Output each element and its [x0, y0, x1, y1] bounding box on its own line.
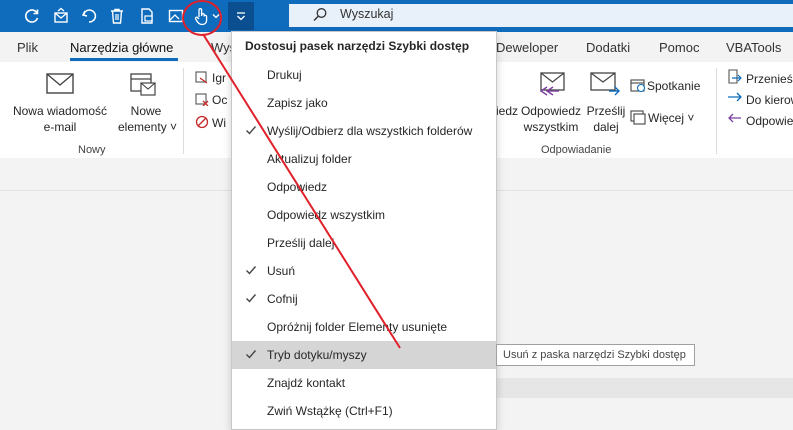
- annotation-arrow-line: [202, 33, 401, 349]
- red-annotation: [182, 0, 401, 349]
- annotation-circle: [182, 0, 222, 36]
